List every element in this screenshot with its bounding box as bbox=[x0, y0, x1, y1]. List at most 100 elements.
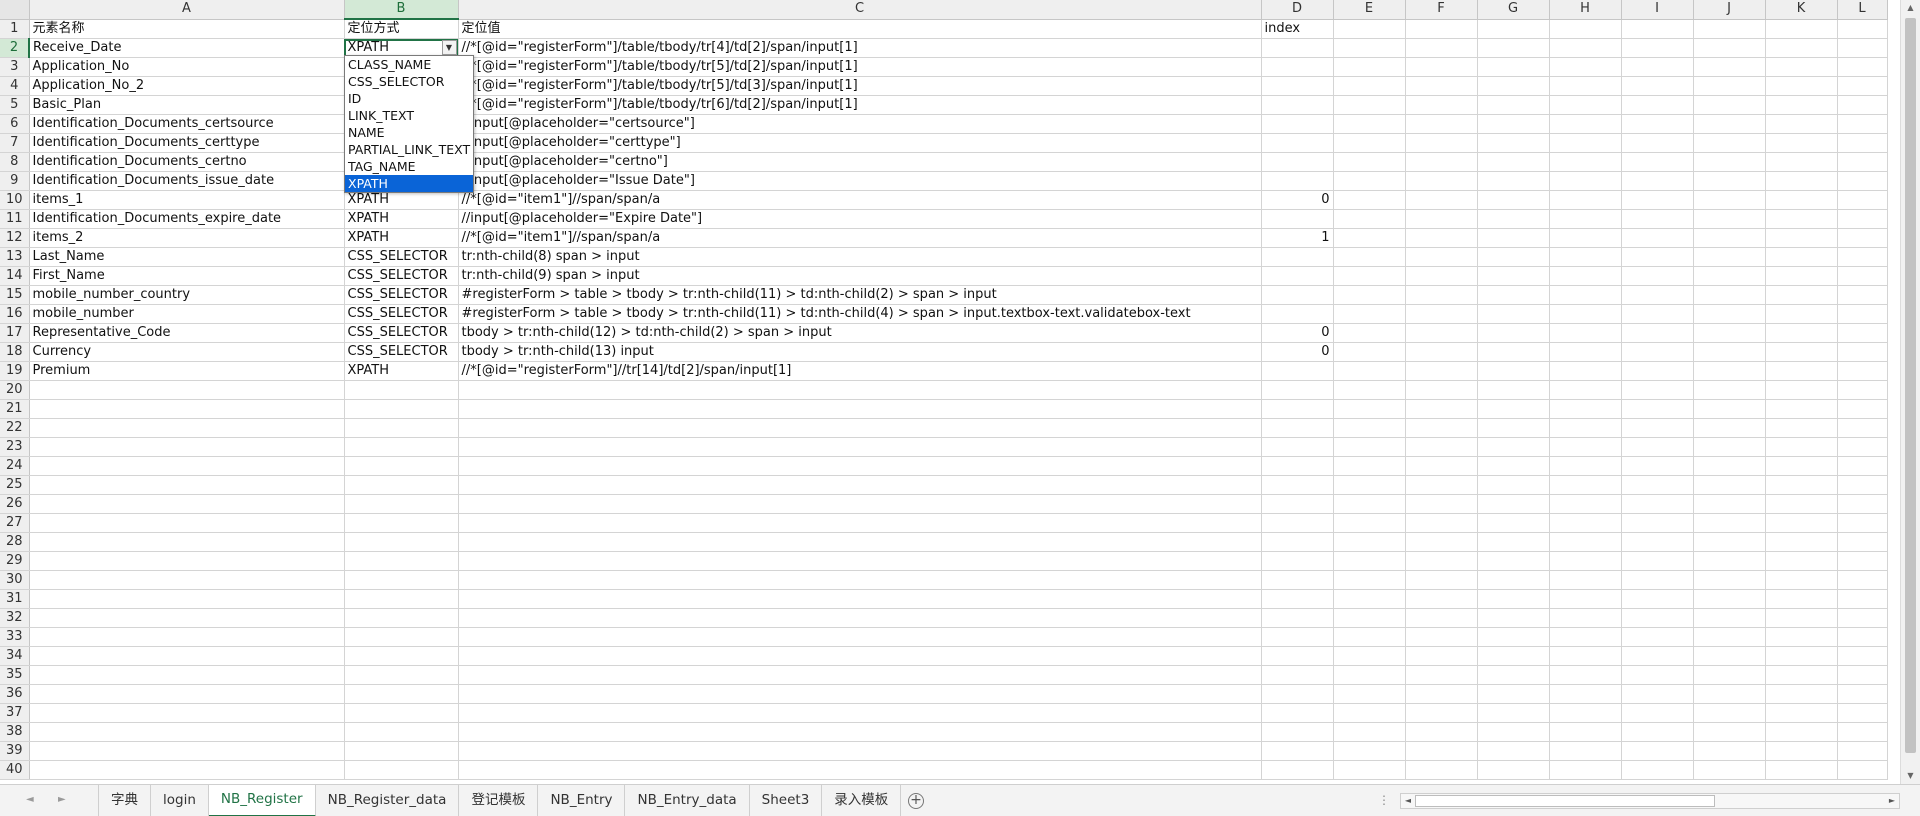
cell-a11[interactable]: Identification_Documents_expire_date bbox=[29, 209, 345, 229]
cell-k9[interactable] bbox=[1765, 171, 1838, 191]
cell-e4[interactable] bbox=[1333, 76, 1406, 96]
cell-j30[interactable] bbox=[1693, 570, 1766, 590]
cell-a20[interactable] bbox=[29, 380, 345, 400]
cell-k5[interactable] bbox=[1765, 95, 1838, 115]
sheet-tab[interactable]: 登记模板 bbox=[459, 785, 539, 816]
cell-d29[interactable] bbox=[1261, 551, 1334, 571]
cell-g3[interactable] bbox=[1477, 57, 1550, 77]
cell-d7[interactable] bbox=[1261, 133, 1334, 153]
cell-i11[interactable] bbox=[1621, 209, 1694, 229]
tab-split-handle-icon[interactable]: ⋮ bbox=[1378, 793, 1390, 807]
cell-l18[interactable] bbox=[1837, 342, 1888, 362]
cell-j3[interactable] bbox=[1693, 57, 1766, 77]
cell-j14[interactable] bbox=[1693, 266, 1766, 286]
cell-e26[interactable] bbox=[1333, 494, 1406, 514]
cell-h27[interactable] bbox=[1549, 513, 1622, 533]
cell-k38[interactable] bbox=[1765, 722, 1838, 742]
cell-j4[interactable] bbox=[1693, 76, 1766, 96]
row-header[interactable]: 16 bbox=[0, 304, 30, 324]
cell-i34[interactable] bbox=[1621, 646, 1694, 666]
cell-j9[interactable] bbox=[1693, 171, 1766, 191]
row-header[interactable]: 37 bbox=[0, 703, 30, 723]
cell-k15[interactable] bbox=[1765, 285, 1838, 305]
cell-c20[interactable] bbox=[458, 380, 1262, 400]
cell-l17[interactable] bbox=[1837, 323, 1888, 343]
cell-l38[interactable] bbox=[1837, 722, 1888, 742]
cell-d21[interactable] bbox=[1261, 399, 1334, 419]
cell-e7[interactable] bbox=[1333, 133, 1406, 153]
cell-d28[interactable] bbox=[1261, 532, 1334, 552]
cell-e15[interactable] bbox=[1333, 285, 1406, 305]
cell-k31[interactable] bbox=[1765, 589, 1838, 609]
cell-k17[interactable] bbox=[1765, 323, 1838, 343]
cell-i3[interactable] bbox=[1621, 57, 1694, 77]
cell-a35[interactable] bbox=[29, 665, 345, 685]
cell-i30[interactable] bbox=[1621, 570, 1694, 590]
cell-c35[interactable] bbox=[458, 665, 1262, 685]
cell-a14[interactable]: First_Name bbox=[29, 266, 345, 286]
row-header[interactable]: 26 bbox=[0, 494, 30, 514]
cell-i38[interactable] bbox=[1621, 722, 1694, 742]
scroll-up-icon[interactable]: ▲ bbox=[1901, 0, 1920, 16]
cell-d17[interactable]: 0 bbox=[1261, 323, 1334, 343]
cell-h31[interactable] bbox=[1549, 589, 1622, 609]
cell-l16[interactable] bbox=[1837, 304, 1888, 324]
add-sheet-icon[interactable]: + bbox=[908, 793, 924, 809]
cell-l30[interactable] bbox=[1837, 570, 1888, 590]
horizontal-scroll-thumb[interactable] bbox=[1415, 795, 1715, 807]
cell-k37[interactable] bbox=[1765, 703, 1838, 723]
cell-j12[interactable] bbox=[1693, 228, 1766, 248]
cell-f30[interactable] bbox=[1405, 570, 1478, 590]
cell-g34[interactable] bbox=[1477, 646, 1550, 666]
cell-h12[interactable] bbox=[1549, 228, 1622, 248]
cell-b24[interactable] bbox=[344, 456, 459, 476]
cell-k16[interactable] bbox=[1765, 304, 1838, 324]
cell-j10[interactable] bbox=[1693, 190, 1766, 210]
cell-h23[interactable] bbox=[1549, 437, 1622, 457]
cell-k7[interactable] bbox=[1765, 133, 1838, 153]
cell-h6[interactable] bbox=[1549, 114, 1622, 134]
cell-b38[interactable] bbox=[344, 722, 459, 742]
row-header[interactable]: 1 bbox=[0, 19, 30, 39]
cell-d40[interactable] bbox=[1261, 760, 1334, 780]
cell-c8[interactable]: //input[@placeholder="certno"] bbox=[458, 152, 1262, 172]
sheet-tab[interactable]: 录入模板 bbox=[822, 785, 902, 816]
cell-e29[interactable] bbox=[1333, 551, 1406, 571]
cell-a6[interactable]: Identification_Documents_certsource bbox=[29, 114, 345, 134]
cell-l23[interactable] bbox=[1837, 437, 1888, 457]
cell-k13[interactable] bbox=[1765, 247, 1838, 267]
cell-k1[interactable] bbox=[1765, 19, 1838, 39]
cell-e23[interactable] bbox=[1333, 437, 1406, 457]
cell-c28[interactable] bbox=[458, 532, 1262, 552]
cell-j39[interactable] bbox=[1693, 741, 1766, 761]
cell-b35[interactable] bbox=[344, 665, 459, 685]
cell-b15[interactable]: CSS_SELECTOR bbox=[344, 285, 459, 305]
cell-j23[interactable] bbox=[1693, 437, 1766, 457]
cell-h32[interactable] bbox=[1549, 608, 1622, 628]
cell-d32[interactable] bbox=[1261, 608, 1334, 628]
cell-d18[interactable]: 0 bbox=[1261, 342, 1334, 362]
cell-f22[interactable] bbox=[1405, 418, 1478, 438]
dropdown-option[interactable]: NAME bbox=[345, 124, 473, 141]
cell-d27[interactable] bbox=[1261, 513, 1334, 533]
cell-d16[interactable] bbox=[1261, 304, 1334, 324]
cell-a22[interactable] bbox=[29, 418, 345, 438]
cell-j32[interactable] bbox=[1693, 608, 1766, 628]
dropdown-option[interactable]: CSS_SELECTOR bbox=[345, 73, 473, 90]
cell-g39[interactable] bbox=[1477, 741, 1550, 761]
cell-d24[interactable] bbox=[1261, 456, 1334, 476]
cell-f27[interactable] bbox=[1405, 513, 1478, 533]
cell-j26[interactable] bbox=[1693, 494, 1766, 514]
cell-a24[interactable] bbox=[29, 456, 345, 476]
cell-l14[interactable] bbox=[1837, 266, 1888, 286]
cell-b21[interactable] bbox=[344, 399, 459, 419]
cell-a28[interactable] bbox=[29, 532, 345, 552]
cell-f5[interactable] bbox=[1405, 95, 1478, 115]
cell-c37[interactable] bbox=[458, 703, 1262, 723]
cell-b20[interactable] bbox=[344, 380, 459, 400]
cell-j2[interactable] bbox=[1693, 38, 1766, 58]
dropdown-option[interactable]: ID bbox=[345, 90, 473, 107]
cell-g15[interactable] bbox=[1477, 285, 1550, 305]
row-header[interactable]: 18 bbox=[0, 342, 30, 362]
cell-d22[interactable] bbox=[1261, 418, 1334, 438]
